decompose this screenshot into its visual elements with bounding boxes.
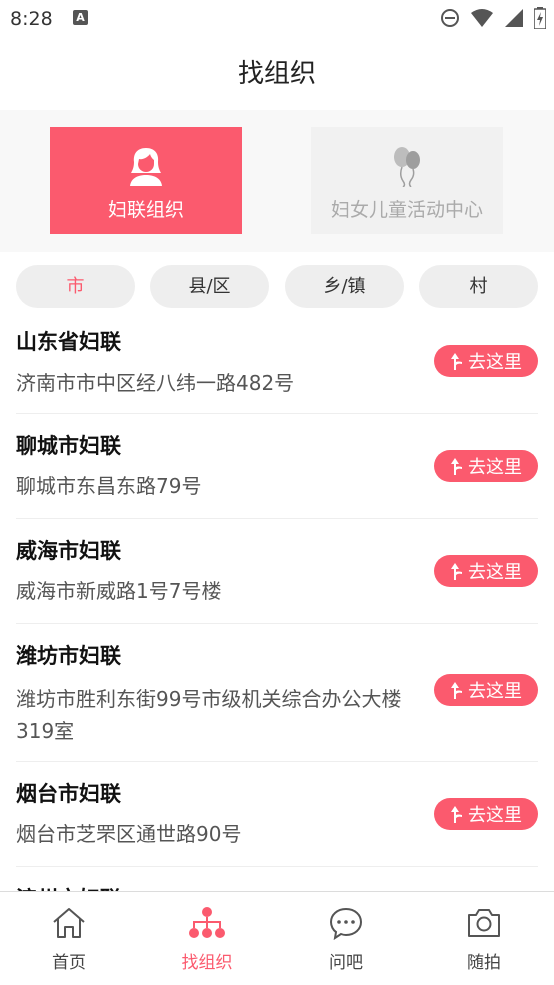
status-icons [440,7,546,29]
tab-township[interactable]: 乡/镇 [285,265,404,308]
org-address: 聊城市东昌东路79号 [16,474,202,498]
org-name: 威海市妇联 [16,539,121,563]
woman-icon [130,148,162,186]
list-item: 聊城市妇联 聊城市东昌东路79号 去这里 [16,414,538,519]
go-here-button[interactable]: 去这里 [434,345,538,377]
go-here-label: 去这里 [468,562,522,583]
go-here-label: 去这里 [468,352,522,373]
chat-bubble-icon [329,907,363,940]
org-type-activity-center[interactable]: 妇女儿童活动中心 [311,127,503,234]
level-tabs: 市 县/区 乡/镇 村 [0,252,554,322]
org-name: 烟台市妇联 [16,782,121,806]
cell-signal-icon [505,9,523,27]
bottom-tab-label: 找组织 [181,953,233,973]
bottom-tab-home[interactable]: 首页 [0,892,138,985]
bottom-tab-snapshot[interactable]: 随拍 [415,892,553,985]
list-item: 山东省妇联 济南市市中区经八纬一路482号 去这里 [16,322,538,414]
do-not-disturb-icon [441,9,459,27]
bottom-tab-ask[interactable]: 问吧 [277,892,415,985]
bottom-tab-label: 首页 [52,953,86,973]
turn-arrow-icon [451,458,462,475]
bottom-tab-bar: 首页 找组织 问吧 随拍 [0,891,554,985]
go-here-label: 去这里 [468,457,522,478]
turn-arrow-icon [451,353,462,370]
org-address: 潍坊市胜利东街99号市级机关综合办公大楼319室 [16,687,402,743]
turn-arrow-icon [451,806,462,823]
list-item: 威海市妇联 威海市新威路1号7号楼 去这里 [16,519,538,624]
page-header: 找组织 [0,38,554,110]
org-name: 潍坊市妇联 [16,644,121,668]
wifi-icon [471,9,493,27]
home-icon [53,908,85,938]
notification-icon: A [73,10,88,25]
org-type-women-federation[interactable]: 妇联组织 [50,127,242,234]
org-list: 山东省妇联 济南市市中区经八纬一路482号 去这里 聊城市妇联 聊城市东昌东路7… [0,322,554,892]
org-address: 威海市新威路1号7号楼 [16,579,222,603]
bottom-tab-find-org[interactable]: 找组织 [138,892,276,985]
list-item: 潍坊市妇联 潍坊市胜利东街99号市级机关综合办公大楼319室 去这里 [16,624,538,762]
turn-arrow-icon [451,682,462,699]
tab-county-district[interactable]: 县/区 [150,265,269,308]
battery-icon [534,7,546,29]
status-time: 8:28 [10,8,53,30]
org-name: 山东省妇联 [16,330,121,354]
bottom-tab-label: 随拍 [467,953,501,973]
org-tree-icon [189,907,225,938]
org-address: 烟台市芝罘区通世路90号 [16,822,242,846]
org-name: 聊城市妇联 [16,434,121,458]
bottom-tab-label: 问吧 [329,953,363,973]
turn-arrow-icon [451,563,462,580]
go-here-label: 去这里 [468,805,522,826]
go-here-button[interactable]: 去这里 [434,450,538,482]
page-title: 找组织 [237,59,316,89]
list-item: 滨州市妇联 [16,867,538,892]
tab-city[interactable]: 市 [16,265,135,308]
list-item: 烟台市妇联 烟台市芝罘区通世路90号 去这里 [16,762,538,867]
org-address: 济南市市中区经八纬一路482号 [16,371,295,395]
org-type-selector: 妇联组织 妇女儿童活动中心 [0,110,554,252]
tab-village[interactable]: 村 [419,265,538,308]
org-type-label: 妇女儿童活动中心 [330,199,483,221]
org-type-label: 妇联组织 [107,199,184,221]
go-here-button[interactable]: 去这里 [434,674,538,706]
go-here-button[interactable]: 去这里 [434,555,538,587]
balloons-icon [394,147,420,187]
go-here-button[interactable]: 去这里 [434,798,538,830]
status-bar: 8:28 A [0,0,554,38]
go-here-label: 去这里 [468,681,522,702]
camera-icon [468,909,500,937]
